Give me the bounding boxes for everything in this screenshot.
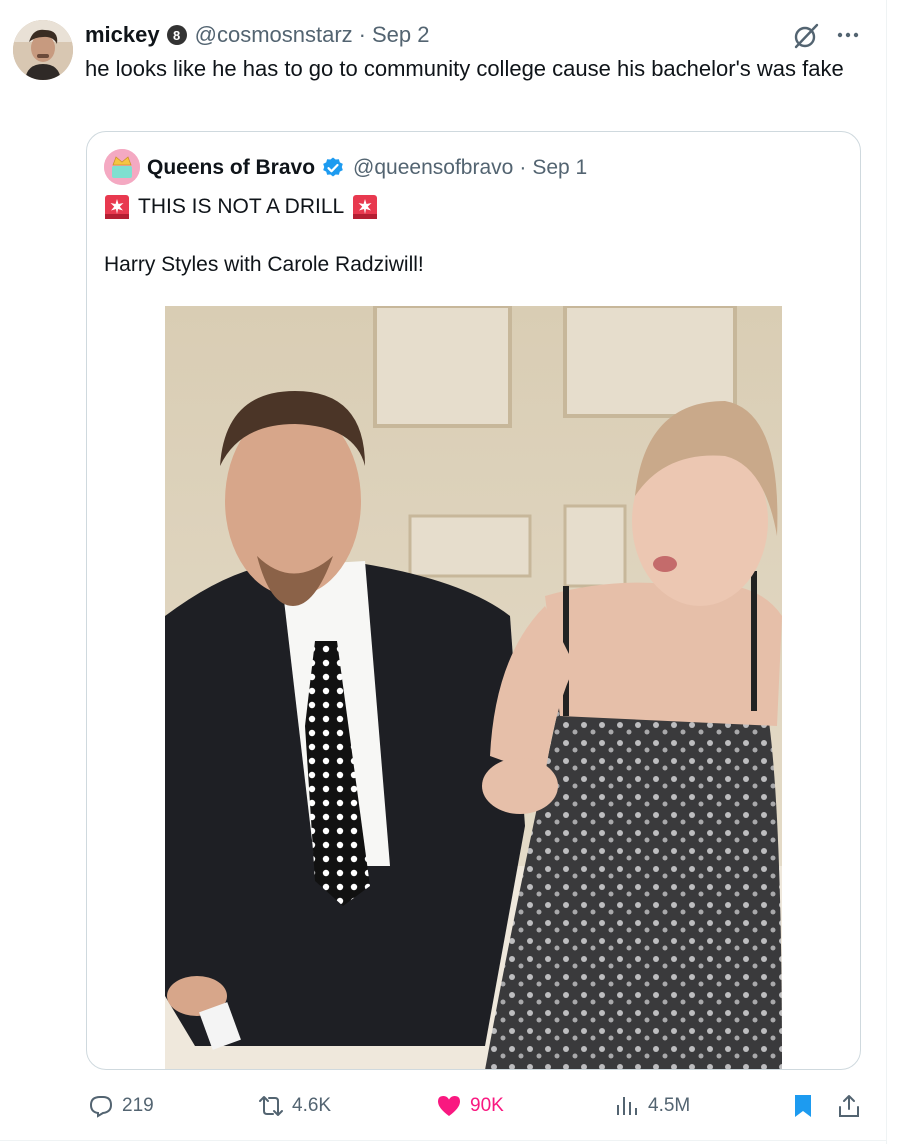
timeline-border	[886, 0, 887, 1144]
verified-badge-icon	[323, 157, 343, 177]
author-name[interactable]: mickey	[85, 22, 160, 48]
analytics-icon	[617, 1097, 637, 1115]
reply-icon	[89, 1096, 113, 1118]
repost-icon	[259, 1096, 283, 1116]
quote-author-handle[interactable]: @queensofbravo	[353, 156, 513, 180]
avatar-image	[13, 20, 73, 80]
police-siren-icon	[353, 195, 378, 219]
quoted-tweet[interactable]: Queens of Bravo @queensofbravo · Sep 1 T…	[86, 131, 861, 1070]
like-count: 90K	[470, 1095, 504, 1116]
repost-count: 4.6K	[292, 1095, 332, 1116]
views-count: 4.5M	[648, 1095, 691, 1116]
reply-count: 219	[122, 1095, 154, 1116]
photo-image	[165, 306, 782, 1069]
tweet-header: mickey 8 @cosmosnstarz · Sep 2	[85, 20, 430, 50]
repost-button[interactable]: 4.6K	[258, 1088, 331, 1124]
police-siren-icon	[105, 195, 129, 219]
tweet-divider	[0, 1140, 887, 1141]
quote-date[interactable]: Sep 1	[532, 156, 587, 180]
heart-icon	[438, 1096, 460, 1116]
quote-header-separator: ·	[519, 156, 527, 179]
tweet-date[interactable]: Sep 2	[372, 22, 430, 48]
tweet-text: he looks like he has to go to community …	[85, 56, 844, 81]
author-handle[interactable]: @cosmosnstarz	[195, 22, 353, 48]
grok-icon[interactable]	[792, 22, 820, 50]
quote-text-line1: THIS IS NOT A DRILL	[104, 192, 378, 222]
quote-author-avatar[interactable]	[104, 149, 140, 185]
like-button[interactable]: 90K	[436, 1088, 504, 1124]
quote-line1-text: THIS IS NOT A DRILL	[138, 195, 345, 218]
author-avatar[interactable]	[13, 20, 73, 80]
views-button[interactable]: 4.5M	[614, 1088, 690, 1124]
header-separator: ·	[358, 22, 366, 47]
share-icon[interactable]	[836, 1093, 862, 1119]
quote-author-name[interactable]: Queens of Bravo	[147, 156, 315, 180]
quote-photo[interactable]	[165, 306, 782, 1069]
crown-icon	[104, 149, 140, 185]
bookmark-icon[interactable]	[790, 1093, 816, 1119]
quote-header: Queens of Bravo @queensofbravo · Sep 1	[147, 153, 587, 183]
more-options-icon[interactable]	[835, 22, 861, 48]
author-badge: 8	[166, 25, 187, 45]
quote-text-line2: Harry Styles with Carole Radziwill!	[104, 253, 424, 276]
reply-button[interactable]: 219	[88, 1088, 154, 1124]
